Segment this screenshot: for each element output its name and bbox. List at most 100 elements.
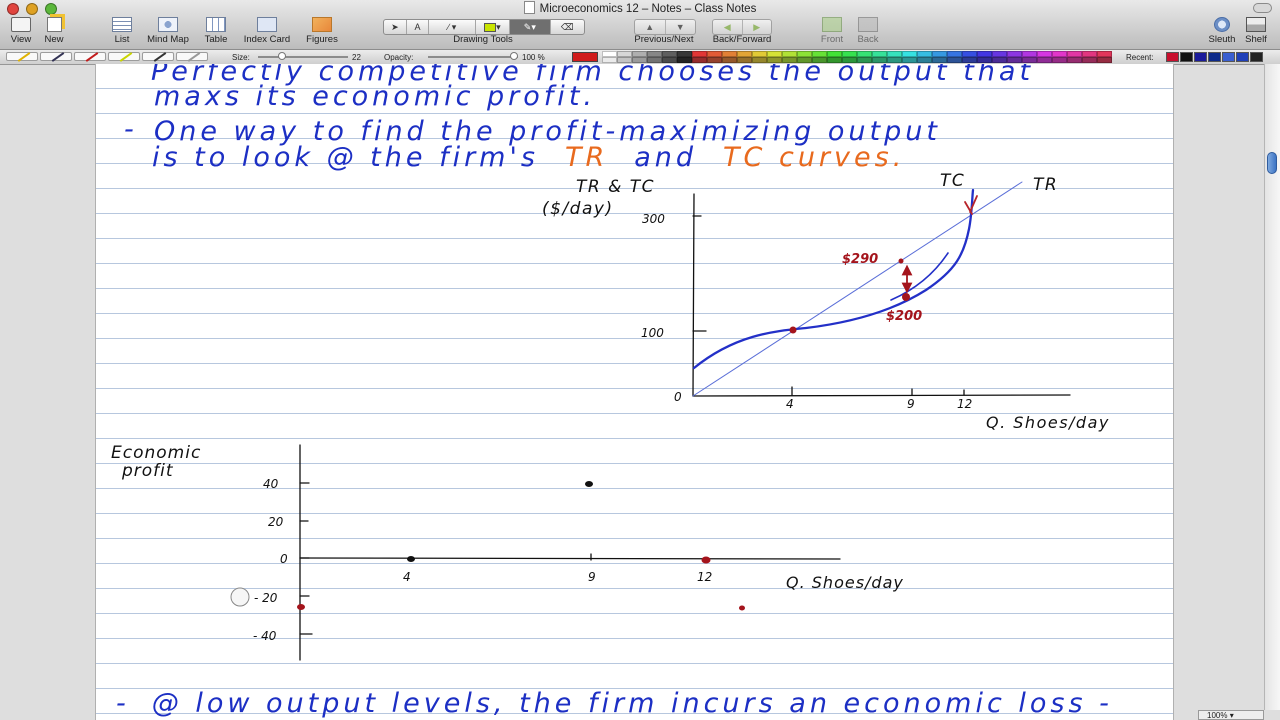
palette-color[interactable] (842, 57, 857, 63)
recent-color-swatch[interactable] (1194, 52, 1207, 62)
pen-preset-1[interactable] (6, 52, 38, 62)
shelf-icon (1246, 17, 1266, 32)
size-slider-knob[interactable] (278, 52, 286, 60)
note-line-2: maxs its economic profit. (154, 81, 596, 112)
note-page[interactable]: Perfectly competitive firm chooses the o… (95, 64, 1174, 720)
drawing-tools-segment: ➤ A ∕ ▾ ▾ ✎▾ ⌫ (383, 19, 585, 35)
recent-color-swatch[interactable] (1208, 52, 1221, 62)
profit-point-0 (297, 604, 305, 610)
palette-color[interactable] (707, 57, 722, 63)
profit-point-12 (701, 556, 711, 564)
size-slider[interactable] (258, 56, 348, 58)
top-x-axis-label: Q. Shoes/day (986, 413, 1110, 432)
forward-arrow-icon[interactable]: ▶ (743, 20, 772, 34)
palette-color[interactable] (917, 57, 932, 63)
palette-color[interactable] (1052, 57, 1067, 63)
palette-color[interactable] (632, 57, 647, 63)
eraser-tool-icon[interactable]: ⌫ (551, 20, 584, 34)
text-tool-button[interactable]: A (407, 20, 430, 34)
pen-preset-6[interactable] (176, 52, 208, 62)
sleuth-icon (1214, 17, 1230, 32)
table-button[interactable]: Table (190, 17, 242, 45)
palette-color[interactable] (977, 57, 992, 63)
palette-color[interactable] (1007, 57, 1022, 63)
back-arrow-icon[interactable]: ◀ (713, 20, 743, 34)
palette-color[interactable] (857, 57, 872, 63)
economic-profit-graph: Economic profit Q. Shoes/day 40 20 0 - 2… (111, 443, 904, 661)
palette-color[interactable] (1022, 57, 1037, 63)
recent-color-swatch[interactable] (1166, 52, 1179, 62)
pen-preset-3[interactable] (74, 52, 106, 62)
pen-preset-2[interactable] (40, 52, 72, 62)
back-button[interactable]: Back (842, 17, 894, 45)
top-x-tick-4: 4 (786, 397, 794, 411)
color-palette[interactable] (602, 51, 1112, 63)
scrollbar-thumb[interactable] (1267, 152, 1277, 174)
recent-color-swatch[interactable] (1180, 52, 1193, 62)
tc-curve-label: TC (940, 171, 965, 191)
toolbar-toggle-button[interactable] (1253, 3, 1272, 13)
annotation-290: $290 (842, 252, 878, 267)
bottom-x-axis-label: Q. Shoes/day (786, 573, 904, 592)
previous-next-label: Previous/Next (634, 34, 694, 45)
palette-color[interactable] (812, 57, 827, 63)
palette-color[interactable] (992, 57, 1007, 63)
palette-color[interactable] (947, 57, 962, 63)
pen-tool-icon[interactable]: ✎▾ (510, 20, 551, 34)
annotation-200: $200 (886, 309, 922, 324)
index-card-button[interactable]: Index Card (240, 17, 294, 45)
palette-color[interactable] (797, 57, 812, 63)
palette-color[interactable] (1082, 57, 1097, 63)
bottom-y-title-2: profit (121, 461, 174, 481)
current-color-swatch[interactable] (572, 52, 598, 62)
palette-color[interactable] (677, 57, 692, 63)
palette-color[interactable] (887, 57, 902, 63)
palette-color[interactable] (872, 57, 887, 63)
back-forward-segment: ◀ ▶ (712, 19, 772, 35)
palette-color[interactable] (782, 57, 797, 63)
top-y-tick-300: 300 (642, 212, 665, 226)
next-arrow-icon[interactable]: ▼ (666, 20, 696, 34)
palette-color[interactable] (662, 57, 677, 63)
previous-arrow-icon[interactable]: ▲ (635, 20, 666, 34)
palette-color[interactable] (692, 57, 707, 63)
document-icon (523, 1, 535, 14)
bring-front-icon (822, 17, 842, 32)
palette-color[interactable] (602, 57, 617, 63)
palette-color[interactable] (1067, 57, 1082, 63)
shelf-button[interactable]: Shelf (1230, 17, 1280, 45)
palette-color[interactable] (962, 57, 977, 63)
palette-color[interactable] (1037, 57, 1052, 63)
palette-color[interactable] (932, 57, 947, 63)
vertical-scrollbar[interactable] (1264, 64, 1280, 710)
palette-color[interactable] (1097, 57, 1112, 63)
list-button[interactable]: List (96, 17, 148, 45)
pen-preset-5[interactable] (142, 52, 174, 62)
palette-color[interactable] (722, 57, 737, 63)
bottom-y-tick-0: 0 (280, 552, 288, 566)
mind-map-button[interactable]: Mind Map (142, 17, 194, 45)
palette-color[interactable] (767, 57, 782, 63)
line-tool-icon[interactable]: ∕ ▾ (429, 20, 476, 34)
send-back-icon (858, 17, 878, 32)
palette-color[interactable] (752, 57, 767, 63)
zoom-level-popup[interactable]: 100% ▾ (1198, 710, 1264, 720)
palette-color[interactable] (902, 57, 917, 63)
bottom-x-axis (299, 557, 841, 560)
palette-color[interactable] (647, 57, 662, 63)
recent-color-swatch[interactable] (1236, 52, 1249, 62)
arrow-select-icon[interactable]: ➤ (384, 20, 407, 34)
palette-color[interactable] (617, 57, 632, 63)
opacity-slider-knob[interactable] (510, 52, 518, 60)
top-axes (692, 193, 1071, 397)
palette-color[interactable] (737, 57, 752, 63)
palette-color[interactable] (827, 57, 842, 63)
pen-preset-4[interactable] (108, 52, 140, 62)
opacity-slider[interactable] (428, 56, 518, 58)
recent-color-swatch[interactable] (1250, 52, 1263, 62)
figures-button[interactable]: Figures (296, 17, 348, 45)
bottom-x-tick-12: 12 (697, 570, 712, 584)
new-button[interactable]: New (28, 17, 80, 45)
recent-color-swatch[interactable] (1222, 52, 1235, 62)
highlight-tool-icon[interactable]: ▾ (476, 20, 511, 34)
